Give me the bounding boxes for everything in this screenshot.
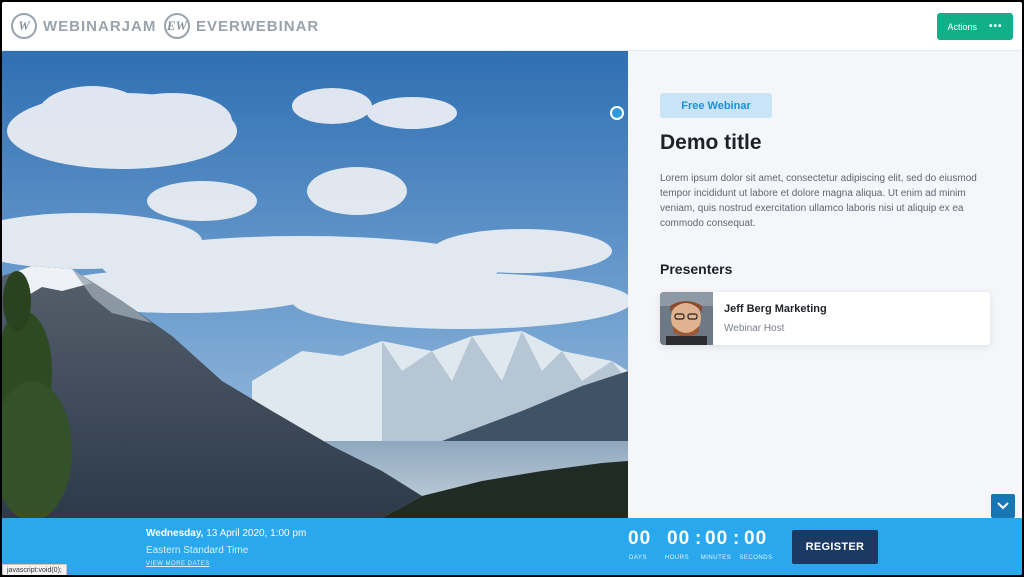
presenter-name: Jeff Berg Marketing [724, 303, 827, 315]
session-timezone: Eastern Standard Time [146, 545, 249, 556]
image-edit-handle[interactable] [610, 106, 624, 120]
session-date: Wednesday, 13 April 2020, 1:00 pm [146, 528, 306, 539]
top-header: W WEBINARJAM EW EVERWEBINAR Actions ••• [2, 2, 1022, 51]
countdown-hours-label: HOURS [664, 555, 690, 561]
actions-label: Actions [947, 21, 977, 32]
countdown-separator: : [733, 528, 740, 549]
webinarjam-logo-icon: W [11, 13, 37, 39]
webinar-info-panel: Free Webinar Demo title Lorem ipsum dolo… [628, 51, 1022, 518]
registration-bar: Wednesday, 13 April 2020, 1:00 pm Easter… [2, 518, 1022, 575]
countdown-seconds-label: SECONDS [739, 555, 773, 561]
presenters-heading: Presenters [660, 261, 733, 277]
countdown-days: 00 [628, 528, 652, 549]
scroll-down-button[interactable] [991, 494, 1015, 518]
everwebinar-logo-text: EVERWEBINAR [196, 17, 320, 35]
actions-button[interactable]: Actions ••• [937, 13, 1013, 40]
view-more-dates-link[interactable]: VIEW MORE DATES [146, 561, 210, 567]
countdown-minutes-label: MINUTES [700, 555, 732, 561]
screen-frame: W WEBINARJAM EW EVERWEBINAR Actions ••• [0, 0, 1024, 577]
webinar-title: Demo title [660, 131, 762, 154]
free-webinar-badge: Free Webinar [660, 93, 772, 118]
presenter-card: Jeff Berg Marketing Webinar Host [660, 292, 990, 345]
webinar-registration-page: W WEBINARJAM EW EVERWEBINAR Actions ••• [2, 2, 1022, 575]
presenter-photo [660, 292, 713, 345]
webinarjam-logo-text: WEBINARJAM [43, 17, 157, 35]
webinar-description: Lorem ipsum dolor sit amet, consectetur … [660, 173, 977, 229]
presenter-avatar [660, 292, 713, 345]
webinarjam-logo[interactable]: W WEBINARJAM [11, 13, 156, 39]
countdown-separator: : [695, 528, 702, 549]
countdown-seconds: 00 [744, 528, 768, 549]
everwebinar-logo-icon: EW [164, 13, 190, 39]
everwebinar-logo[interactable]: EW EVERWEBINAR [164, 13, 319, 39]
more-dots-icon: ••• [989, 21, 1003, 32]
browser-status-url: javascript:void(0); [2, 564, 67, 575]
countdown-hours: 00 [667, 528, 691, 549]
countdown-minutes: 00 [705, 528, 729, 549]
countdown-days-label: DAYS [629, 555, 647, 561]
mountain-landscape-illustration [2, 51, 628, 518]
session-weekday: Wednesday, [146, 528, 204, 539]
chevron-down-icon [997, 502, 1009, 510]
hero-landscape-image [2, 51, 628, 518]
register-button[interactable]: REGISTER [792, 530, 878, 564]
session-date-time: 13 April 2020, 1:00 pm [203, 528, 307, 539]
presenter-role: Webinar Host [724, 323, 785, 334]
